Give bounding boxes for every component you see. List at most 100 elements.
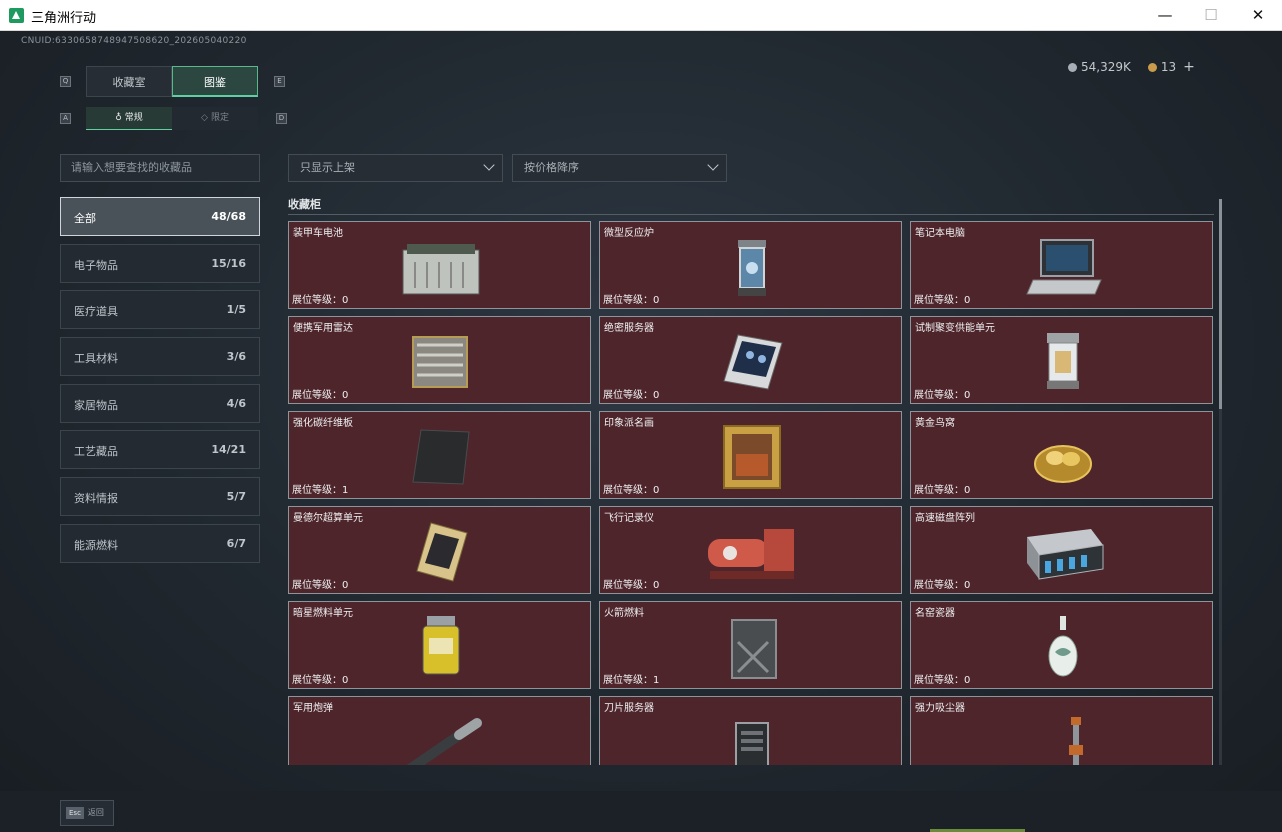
- tab-collection-room[interactable]: 收藏室: [86, 66, 172, 97]
- level-label: 展位等级：: [603, 295, 653, 306]
- level-value: 0: [964, 295, 971, 306]
- category-name: 家居物品: [74, 399, 118, 412]
- category-name: 工艺藏品: [74, 445, 118, 458]
- game-area: CNUID:633065874894750862​0_202605040220 …: [0, 31, 1282, 832]
- reactor-icon: [738, 240, 766, 296]
- key-hint-e: E: [274, 76, 285, 87]
- item-level: 展位等级：0: [603, 481, 659, 496]
- item-card[interactable]: 绝密服务器 展位等级：0: [599, 316, 902, 404]
- item-name: 火箭燃料: [604, 608, 644, 619]
- item-level: 展位等级：0: [603, 291, 659, 306]
- level-value: 0: [342, 295, 349, 306]
- search-input[interactable]: 请输入想要查找的收藏品: [60, 154, 260, 182]
- server-board-icon: [723, 334, 783, 390]
- back-button[interactable]: Esc 返回: [60, 800, 114, 826]
- level-value: 0: [964, 675, 971, 686]
- category-count: 15/16: [211, 257, 246, 270]
- disk-array-icon: [1027, 529, 1104, 580]
- golden-nest-icon: [1034, 445, 1092, 483]
- item-card[interactable]: 印象派名画 展位等级：0: [599, 411, 902, 499]
- key-hint-q: Q: [60, 76, 71, 87]
- category-intel[interactable]: 资料情报 5/7: [60, 477, 260, 516]
- close-button[interactable]: ✕: [1235, 0, 1281, 31]
- item-level: 展位等级：0: [914, 481, 970, 496]
- section-divider: [288, 214, 1214, 215]
- silver-amount: 54,329K: [1081, 60, 1131, 74]
- item-name: 绝密服务器: [604, 323, 654, 334]
- level-value: 1: [342, 485, 349, 496]
- category-count: 14/21: [211, 443, 246, 456]
- category-name: 医疗道具: [74, 305, 118, 318]
- item-name: 强力吸尘器: [915, 703, 965, 714]
- item-card[interactable]: 刀片服务器: [599, 696, 902, 765]
- shelf-filter-dropdown[interactable]: 只显示上架: [288, 154, 503, 182]
- category-count: 6/7: [226, 537, 246, 550]
- level-value: 0: [964, 485, 971, 496]
- level-value: 1: [653, 675, 660, 686]
- item-card[interactable]: 微型反应炉 展位等级：0: [599, 221, 902, 309]
- category-tools[interactable]: 工具材料 3/6: [60, 337, 260, 376]
- sort-dropdown[interactable]: 按价格降序: [512, 154, 727, 182]
- porcelain-vase-icon: [1048, 616, 1078, 677]
- item-level: 展位等级：0: [603, 386, 659, 401]
- item-level: 展位等级：0: [603, 576, 659, 591]
- chevron-down-icon: [707, 159, 719, 171]
- item-card[interactable]: 黄金鸟窝 展位等级：0: [910, 411, 1213, 499]
- fuel-cell-icon: [422, 616, 460, 675]
- subtab-limited-label: 限定: [210, 113, 229, 123]
- level-value: 0: [342, 580, 349, 591]
- category-electronics[interactable]: 电子物品 15/16: [60, 244, 260, 283]
- item-card[interactable]: 名窑瓷器 展位等级：0: [910, 601, 1213, 689]
- category-crafts[interactable]: 工艺藏品 14/21: [60, 430, 260, 469]
- item-card[interactable]: 装甲车电池 展位等级：0: [288, 221, 591, 309]
- level-value: 0: [653, 295, 660, 306]
- silver-coin-icon: [1068, 62, 1077, 72]
- item-level: 展位等级：0: [914, 291, 970, 306]
- item-card[interactable]: 曼德尔超算单元 展位等级：0: [288, 506, 591, 594]
- key-hint-d: D: [276, 113, 287, 124]
- item-card[interactable]: 飞行记录仪 展位等级：0: [599, 506, 902, 594]
- level-label: 展位等级：: [603, 485, 653, 496]
- category-home[interactable]: 家居物品 4/6: [60, 384, 260, 423]
- category-energy[interactable]: 能源燃料 6/7: [60, 524, 260, 563]
- item-card[interactable]: 高速磁盘阵列 展位等级：0: [910, 506, 1213, 594]
- sort-value: 按价格降序: [524, 161, 579, 174]
- add-currency-button[interactable]: +: [1183, 59, 1195, 75]
- scrollbar-thumb[interactable]: [1219, 199, 1222, 409]
- item-card[interactable]: 强力吸尘器: [910, 696, 1213, 765]
- gold-coin-icon: [1147, 62, 1157, 72]
- level-label: 展位等级：: [292, 580, 342, 591]
- item-name: 试制聚变供能单元: [915, 323, 995, 334]
- category-all[interactable]: 全部 48/68: [60, 197, 260, 236]
- subtab-normal[interactable]: ♁ 常规: [86, 107, 172, 130]
- item-card[interactable]: 便携军用雷达 展位等级：0: [288, 316, 591, 404]
- window-title: 三角洲行动: [31, 11, 97, 26]
- category-name: 能源燃料: [74, 539, 118, 552]
- category-medical[interactable]: 医疗道具 1/5: [60, 290, 260, 329]
- subtab-limited[interactable]: ◇ 限定: [172, 107, 258, 130]
- item-level: 展位等级：0: [292, 671, 348, 686]
- category-count: 1/5: [226, 303, 246, 316]
- item-name: 飞行记录仪: [604, 513, 654, 524]
- maximize-button[interactable]: ☐: [1188, 0, 1234, 31]
- category-name: 工具材料: [74, 352, 118, 365]
- item-card[interactable]: 试制聚变供能单元 展位等级：0: [910, 316, 1213, 404]
- item-card[interactable]: 暗星燃料单元 展位等级：0: [288, 601, 591, 689]
- item-name: 装甲车电池: [293, 228, 343, 239]
- category-name: 全部: [74, 212, 96, 225]
- item-grid: 装甲车电池 展位等级：0 微型反应炉 展位等级：0 笔记本电脑 展位等级：0 便…: [288, 221, 1214, 765]
- flight-recorder-icon: [708, 529, 794, 579]
- item-card[interactable]: 火箭燃料 展位等级：1: [599, 601, 902, 689]
- item-card[interactable]: 笔记本电脑 展位等级：0: [910, 221, 1213, 309]
- minimize-button[interactable]: —: [1142, 0, 1188, 31]
- tab-atlas[interactable]: 图鉴: [172, 66, 258, 97]
- esc-key-hint: Esc: [66, 807, 84, 819]
- item-name: 微型反应炉: [604, 228, 654, 239]
- item-card[interactable]: 强化碳纤维板 展位等级：1: [288, 411, 591, 499]
- item-name: 笔记本电脑: [915, 228, 965, 239]
- item-card[interactable]: 军用炮弹: [288, 696, 591, 765]
- app-logo-icon: [9, 8, 24, 23]
- item-level: 展位等级：0: [292, 576, 348, 591]
- item-name: 军用炮弹: [293, 703, 333, 714]
- level-value: 0: [342, 390, 349, 401]
